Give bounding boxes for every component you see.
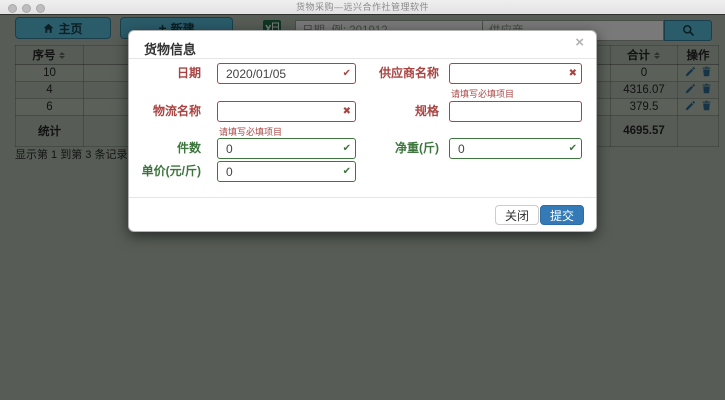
spec-field-label: 规格 (359, 101, 439, 122)
pieces-field-label: 件数 (129, 138, 201, 159)
logistics-name-input[interactable] (217, 101, 356, 122)
modal-footer-divider (129, 197, 596, 198)
zoom-window-icon[interactable] (36, 4, 45, 13)
pieces-input[interactable] (217, 138, 356, 159)
date-field-label: 日期 (129, 63, 201, 84)
supplier-field: ✖ (449, 63, 582, 84)
spec-field (449, 101, 582, 122)
supplier-name-input[interactable] (449, 63, 582, 84)
supplier-field-label: 供应商名称 (359, 63, 439, 84)
spec-input[interactable] (449, 101, 582, 122)
window-titlebar: 货物采购—远兴合作社管理软件 (0, 0, 725, 14)
logistics-field: ✖ (217, 101, 356, 122)
net-weight-input[interactable] (449, 138, 582, 159)
close-icon[interactable]: × (575, 35, 584, 51)
date-field: ✔ (217, 63, 356, 84)
supplier-required-hint: 请填写必填项目 (451, 87, 514, 100)
close-window-icon[interactable] (8, 4, 17, 13)
net-weight-field-label: 净重(斤) (359, 138, 439, 159)
modal-header-divider (129, 58, 596, 59)
unit-price-input[interactable] (217, 161, 356, 182)
net-weight-field: ✔ (449, 138, 582, 159)
minimize-window-icon[interactable] (22, 4, 31, 13)
cargo-info-modal: 货物信息 × 日期 ✔ 供应商名称 ✖ 请填写必填项目 物流名称 ✖ 请填写必填… (128, 30, 597, 232)
logistics-field-label: 物流名称 (129, 101, 201, 122)
unit-price-field: ✔ (217, 161, 356, 182)
date-input[interactable] (217, 63, 356, 84)
window-title: 货物采购—远兴合作社管理软件 (0, 0, 725, 14)
pieces-field: ✔ (217, 138, 356, 159)
submit-button[interactable]: 提交 (540, 205, 584, 225)
window-traffic-lights[interactable] (8, 4, 45, 13)
logistics-required-hint: 请填写必填项目 (219, 125, 282, 138)
modal-title: 货物信息 (144, 39, 196, 58)
unit-price-field-label: 单价(元/斤) (129, 161, 201, 182)
close-button[interactable]: 关闭 (495, 205, 539, 225)
